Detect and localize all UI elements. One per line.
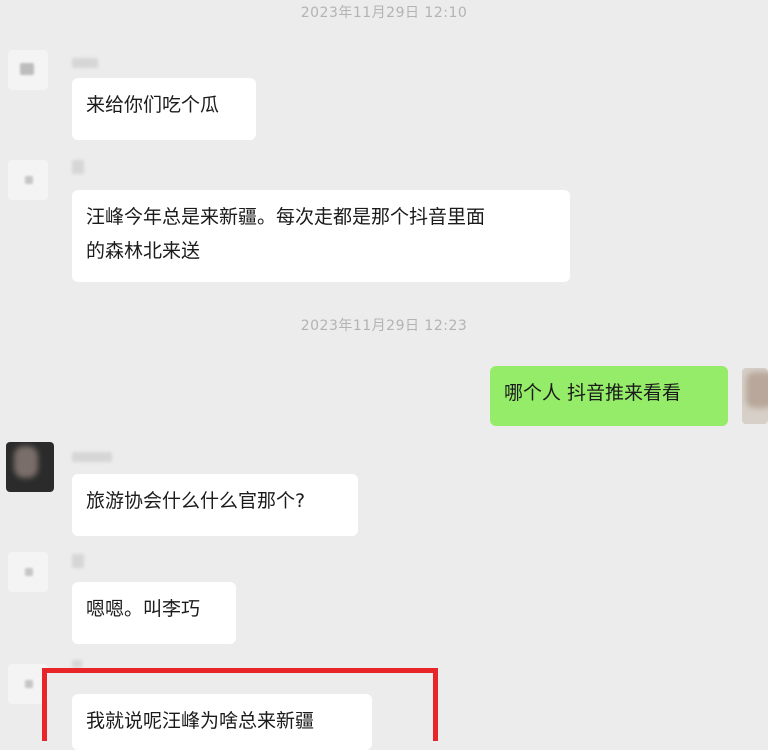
message-bubble-outgoing[interactable]: 哪个人 抖音推来看看 bbox=[490, 366, 728, 426]
contact-avatar[interactable] bbox=[8, 50, 48, 90]
timestamp: 2023年11月29日 12:10 bbox=[300, 5, 468, 21]
sender-name bbox=[72, 58, 98, 68]
message-line: 的森林北来送 bbox=[86, 240, 201, 262]
avatar-image-icon bbox=[25, 176, 33, 184]
avatar-image-icon bbox=[25, 680, 33, 688]
contact-avatar[interactable] bbox=[8, 160, 48, 200]
sender-name bbox=[72, 660, 82, 668]
avatar-image-icon bbox=[746, 372, 768, 408]
contact-avatar[interactable] bbox=[8, 552, 48, 592]
message-bubble[interactable]: 汪峰今年总是来新疆。每次走都是那个抖音里面 的森林北来送 bbox=[72, 190, 570, 282]
sender-name bbox=[72, 452, 112, 462]
message-bubble[interactable]: 我就说呢汪峰为啥总来新疆 bbox=[72, 694, 372, 750]
sender-name bbox=[72, 160, 84, 174]
message-bubble[interactable]: 旅游协会什么什么官那个? bbox=[72, 474, 358, 536]
contact-avatar[interactable] bbox=[6, 442, 54, 492]
my-avatar[interactable] bbox=[742, 368, 768, 424]
timestamp: 2023年11月29日 12:23 bbox=[300, 318, 468, 334]
avatar-image-icon bbox=[14, 446, 38, 478]
avatar-image-icon bbox=[20, 63, 34, 75]
message-bubble[interactable]: 嗯嗯。叫李巧 bbox=[72, 582, 236, 644]
sender-name bbox=[72, 554, 84, 568]
message-line: 汪峰今年总是来新疆。每次走都是那个抖音里面 bbox=[86, 206, 486, 228]
message-bubble[interactable]: 来给你们吃个瓜 bbox=[72, 78, 256, 140]
avatar-image-icon bbox=[25, 568, 33, 576]
